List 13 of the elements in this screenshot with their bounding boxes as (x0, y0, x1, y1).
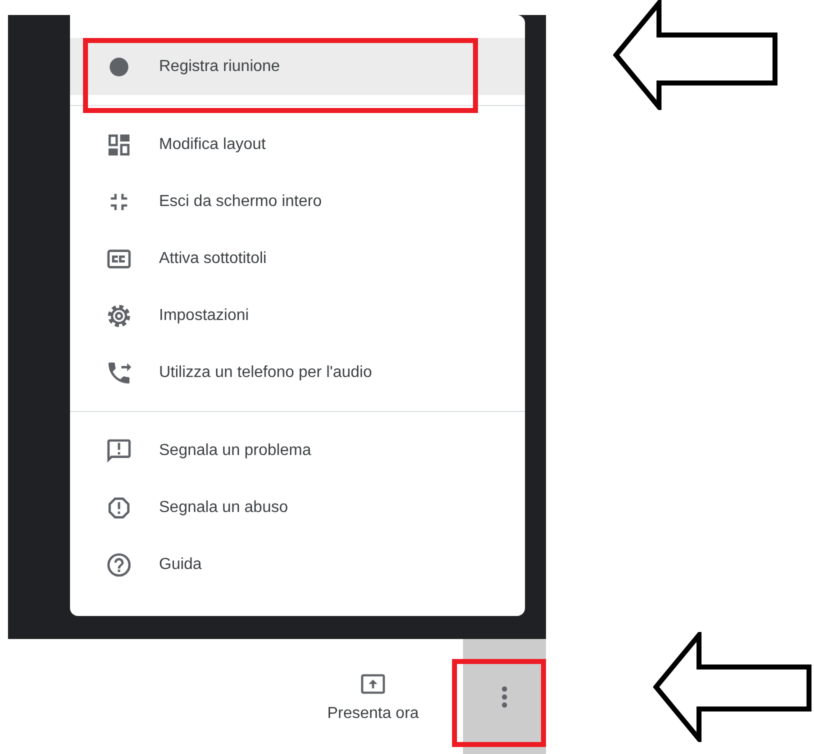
menu-item[interactable]: Guida (70, 536, 525, 593)
feedback-icon (105, 436, 133, 464)
menu-item[interactable]: Registra riunione (70, 38, 525, 95)
menu-item[interactable]: Utilizza un telefono per l'audio (70, 344, 525, 401)
menu-item[interactable]: Attiva sottotitoli (70, 230, 525, 287)
menu-item[interactable]: Segnala un abuso (70, 479, 525, 536)
present-button[interactable]: Presenta ora (308, 639, 438, 754)
menu-item[interactable]: Impostazioni (70, 287, 525, 344)
menu-item[interactable]: Segnala un problema (70, 422, 525, 479)
menu-item[interactable]: Esci da schermo intero (70, 173, 525, 230)
menu-item[interactable]: Modifica layout (70, 116, 525, 173)
help-icon (105, 550, 133, 578)
more-icon (501, 686, 508, 708)
